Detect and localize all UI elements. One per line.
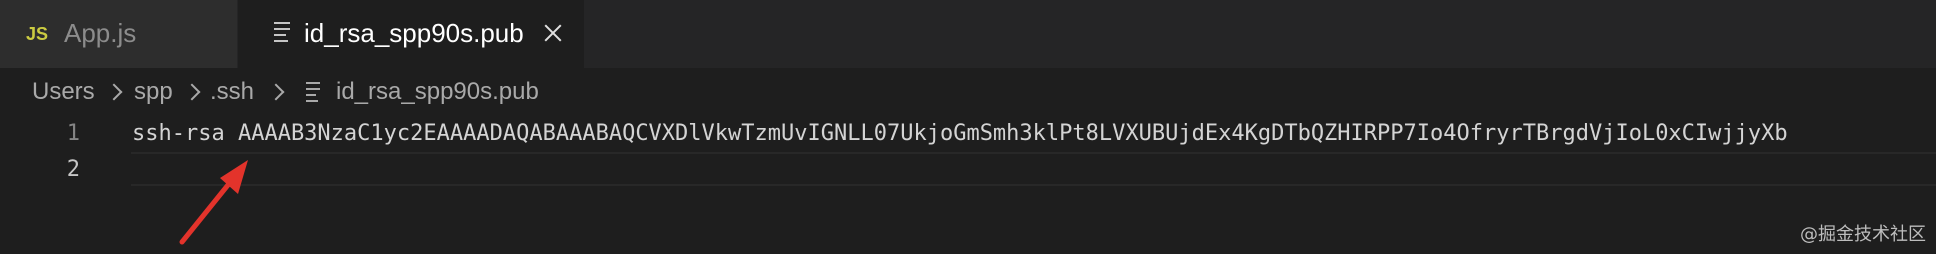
- line-number: 2: [66, 157, 80, 182]
- chevron-right-icon: [108, 80, 120, 104]
- breadcrumb-item-file[interactable]: id_rsa_spp90s.pub: [336, 78, 539, 106]
- breadcrumb-item-spp[interactable]: spp: [134, 78, 173, 106]
- text-file-icon: [306, 82, 320, 102]
- code-line[interactable]: ssh-rsa AAAAB3NzaC1yc2EAAAADAQABAAABAQCV…: [132, 116, 1788, 152]
- breadcrumb-item-users[interactable]: Users: [32, 78, 95, 106]
- tab-bar: JS App.js id_rsa_spp90s.pub: [0, 0, 1936, 68]
- javascript-file-icon: JS: [26, 24, 49, 44]
- current-line-highlight: [131, 152, 1936, 186]
- breadcrumb-item-ssh[interactable]: .ssh: [210, 78, 254, 106]
- breadcrumb: Users spp .ssh id_rsa_spp90s.pub: [0, 68, 1936, 116]
- editor-window: JS App.js id_rsa_spp90s.pub Users spp .s…: [0, 0, 1936, 254]
- line-number: 1: [66, 121, 80, 146]
- code-editor[interactable]: 1 2 ssh-rsa AAAAB3NzaC1yc2EAAAADAQABAAAB…: [0, 116, 1936, 254]
- tab-id-rsa-pub[interactable]: id_rsa_spp90s.pub: [238, 0, 584, 68]
- tab-label: id_rsa_spp90s.pub: [304, 18, 524, 48]
- annotation-arrow-icon: [179, 160, 248, 245]
- tab-app-js[interactable]: JS App.js: [0, 0, 238, 68]
- chevron-right-icon: [270, 80, 282, 104]
- chevron-right-icon: [186, 80, 198, 104]
- close-icon[interactable]: [542, 22, 564, 44]
- tab-label: App.js: [64, 18, 137, 48]
- text-file-icon: [274, 22, 290, 44]
- watermark: @掘金技术社区: [1800, 224, 1926, 245]
